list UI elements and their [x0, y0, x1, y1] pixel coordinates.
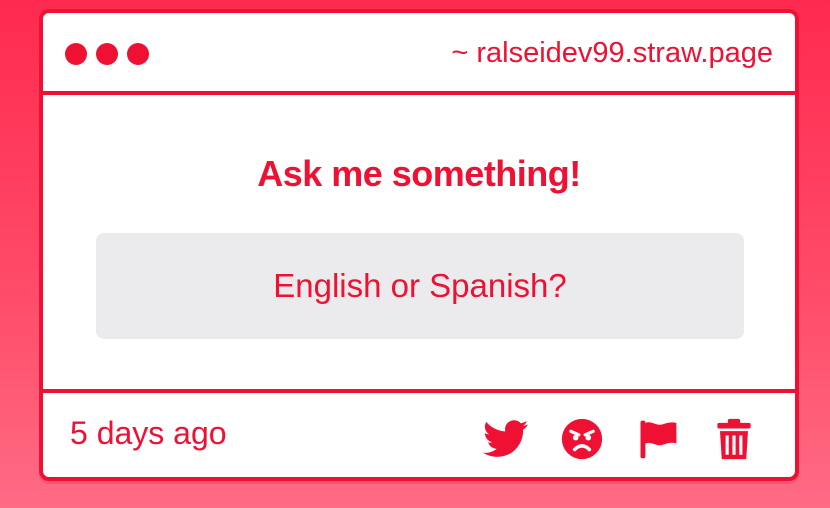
action-bar: [483, 417, 757, 461]
card-footer: 5 days ago: [43, 389, 795, 477]
twitter-share-button[interactable]: [483, 417, 529, 461]
window-dot: [96, 43, 118, 65]
window-dot: [127, 43, 149, 65]
report-flag-button[interactable]: [635, 417, 681, 461]
window-dot: [65, 43, 87, 65]
timestamp: 5 days ago: [70, 415, 227, 451]
page-title: Ask me something!: [257, 153, 581, 194]
delete-button[interactable]: [711, 417, 757, 461]
twitter-icon: [483, 420, 529, 457]
question-card: ~ ralseidev99.straw.page Ask me somethin…: [39, 9, 799, 481]
page-url[interactable]: ~ ralseidev99.straw.page: [451, 35, 773, 71]
angry-face-icon: [561, 418, 603, 460]
window-titlebar: ~ ralseidev99.straw.page: [43, 13, 795, 95]
question-text: English or Spanish?: [273, 267, 567, 304]
flag-icon: [640, 420, 677, 459]
question-box: English or Spanish?: [96, 233, 744, 339]
angry-react-button[interactable]: [559, 417, 605, 461]
window-dots: [65, 43, 149, 65]
card-content: Ask me something! English or Spanish?: [43, 95, 795, 389]
trash-icon: [717, 418, 751, 460]
